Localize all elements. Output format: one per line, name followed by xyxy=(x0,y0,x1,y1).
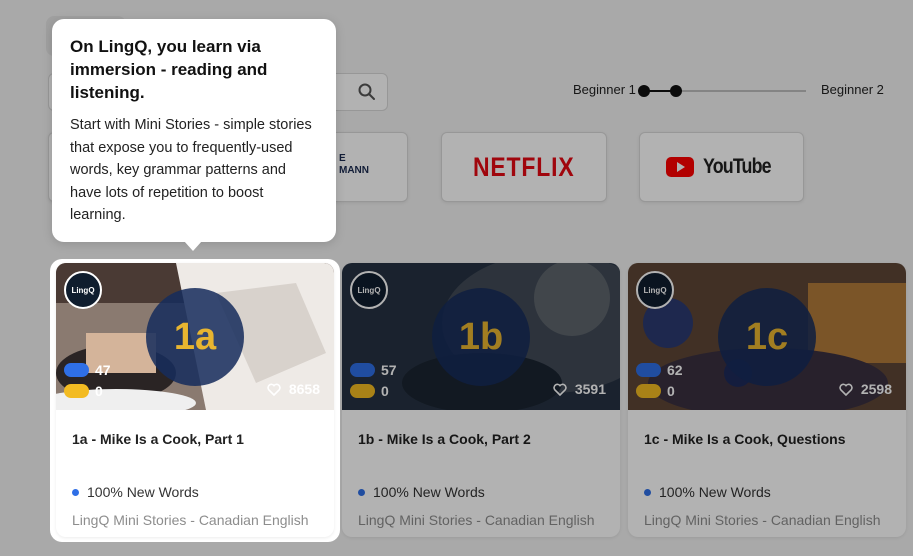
provider-avatar[interactable]: LingQ xyxy=(64,271,102,309)
dot-icon xyxy=(72,488,79,496)
blue-count: 47 xyxy=(95,362,111,378)
lingq-count: 47 xyxy=(64,362,111,378)
known-count: 0 xyxy=(64,383,103,399)
blue-pill-icon xyxy=(64,363,89,377)
onboarding-tooltip[interactable]: On LingQ, you learn via immersion - read… xyxy=(52,19,336,251)
lesson-number-badge: 1a xyxy=(146,288,244,386)
tooltip-title: On LingQ, you learn via immersion - read… xyxy=(70,37,268,102)
lesson-card-1a[interactable]: LingQ 1a 47 0 8658 1a - Mike Is a Cook, … xyxy=(56,263,334,537)
likes-count: 8658 xyxy=(288,381,320,397)
lesson-title[interactable]: 1a - Mike Is a Cook, Part 1 xyxy=(72,431,244,447)
heart-icon xyxy=(267,383,281,396)
highlight-frame: LingQ 1a 47 0 8658 1a - Mike Is a Cook, … xyxy=(50,259,340,542)
tooltip-body: Start with Mini Stories - simple stories… xyxy=(70,117,312,223)
new-words-label: 100% New Words xyxy=(87,484,199,500)
yellow-count: 0 xyxy=(95,383,103,399)
likes[interactable]: 8658 xyxy=(267,381,320,397)
yellow-pill-icon xyxy=(64,384,89,398)
new-words-stat: 100% New Words xyxy=(72,484,199,500)
course-name[interactable]: LingQ Mini Stories - Canadian English xyxy=(72,512,309,528)
